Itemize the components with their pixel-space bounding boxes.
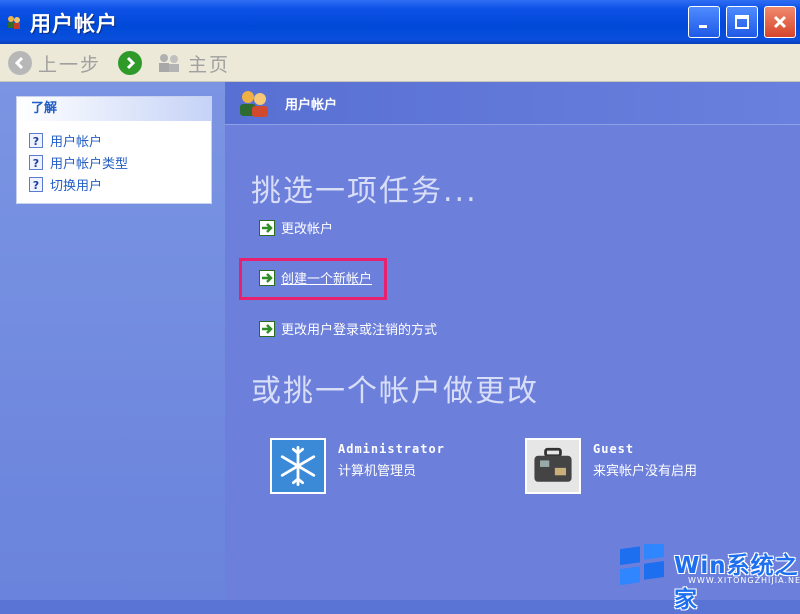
close-button[interactable] [764,6,796,38]
minimize-icon [699,25,707,28]
back-label: 上一步 [38,53,102,76]
learn-item-account-types[interactable]: ? 用户帐户类型 [29,151,211,173]
task-change-logon[interactable]: 更改用户登录或注销的方式 [259,319,437,338]
watermark: Win系统之家 WWW.XITONGZHIJIA.NET [610,540,800,613]
account-info: Guest 来宾帐户没有启用 [593,438,697,479]
pick-task-heading: 挑选一项任务... [251,174,478,209]
home-label: 主页 [188,53,231,76]
home-users-icon [159,54,179,72]
learn-item-switch-users[interactable]: ? 切换用户 [29,173,211,195]
main-header-title: 用户帐户 [285,98,338,113]
home-button[interactable]: 主页 [156,50,230,76]
close-icon [773,15,787,29]
learn-item-label: 用户帐户类型 [50,156,129,172]
task-label: 更改用户登录或注销的方式 [281,323,438,338]
green-arrow-icon [259,269,275,286]
learn-box: 了解 ? 用户帐户 ? 用户帐户类型 ? 切换用户 [16,96,212,204]
green-arrow-icon [259,320,275,337]
users-icon [240,91,268,117]
watermark-subtext: WWW.XITONGZHIJIA.NET [688,576,800,585]
green-arrow-icon [259,219,275,236]
suitcase-icon [525,438,581,494]
learn-list: ? 用户帐户 ? 用户帐户类型 ? 切换用户 [17,121,211,195]
snowflake-icon [270,438,326,494]
help-icon: ? [29,176,43,192]
forward-button[interactable] [118,50,148,76]
maximize-button[interactable] [726,6,758,38]
help-icon: ? [29,154,43,170]
account-name: Guest [593,442,635,456]
account-name: Administrator [338,442,445,456]
account-description: 计算机管理员 [338,464,417,479]
main-panel: 用户帐户 [225,82,800,600]
window-title: 用户帐户 [30,12,118,36]
account-description: 来宾帐户没有启用 [593,464,698,479]
task-change-account[interactable]: 更改帐户 [259,218,333,237]
minimize-button[interactable] [688,6,720,38]
learn-item-label: 切换用户 [50,178,103,194]
forward-arrow-icon [118,51,142,75]
account-guest[interactable]: Guest 来宾帐户没有启用 [525,438,697,494]
windows-logo-icon [620,544,664,586]
help-icon: ? [29,132,43,148]
task-create-account[interactable]: 创建一个新帐户 [259,268,372,287]
learn-item-user-accounts[interactable]: ? 用户帐户 [29,129,211,151]
title-bar: 用户帐户 [0,0,800,44]
users-app-icon [8,16,20,29]
main-header: 用户帐户 [225,82,800,125]
task-label: 创建一个新帐户 [281,272,373,287]
toolbar: 上一步 主页 [0,44,800,82]
pick-account-heading: 或挑一个帐户做更改 [251,374,539,409]
learn-item-label: 用户帐户 [50,134,103,150]
task-label: 更改帐户 [281,222,334,237]
back-arrow-icon [8,51,32,75]
back-button[interactable]: 上一步 [8,50,101,76]
account-info: Administrator 计算机管理员 [338,438,445,479]
learn-heading: 了解 [17,97,211,121]
account-administrator[interactable]: Administrator 计算机管理员 [270,438,445,494]
maximize-icon [735,15,749,29]
